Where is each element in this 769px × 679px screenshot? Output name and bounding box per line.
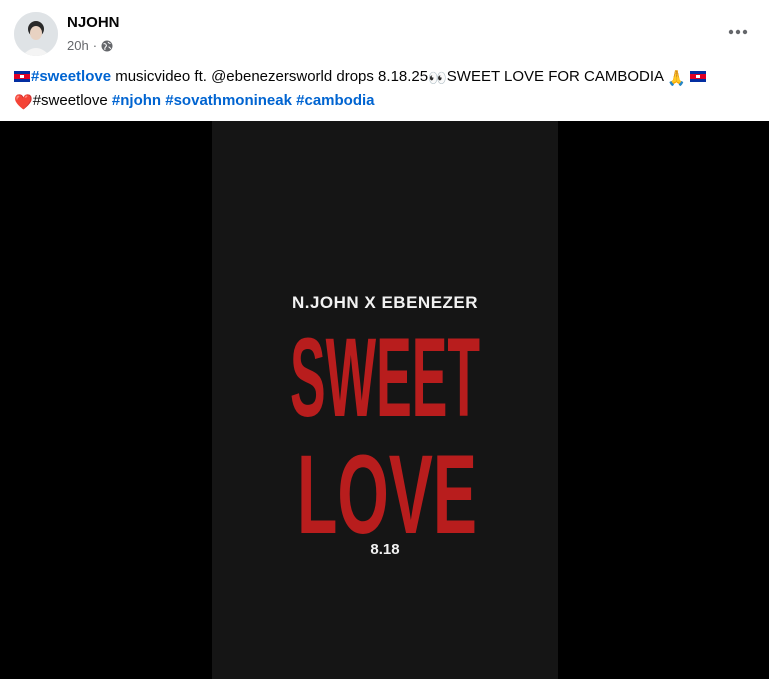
globe-icon[interactable] xyxy=(101,40,113,52)
caption-plain-hashtag: #sweetlove xyxy=(32,92,112,109)
poster-title-line2: LOVE xyxy=(297,432,477,541)
facebook-post: NJOHN 20h · #sweetlove musicvideo ft. @e… xyxy=(0,0,769,679)
meta-separator: · xyxy=(92,38,98,53)
hashtag-sweetlove-link[interactable]: #sweetlove xyxy=(31,68,111,85)
hashtag-cambodia-link[interactable]: #cambodia xyxy=(296,92,374,109)
post-meta: 20h · xyxy=(67,38,113,53)
poster-date: 8.18 xyxy=(370,541,400,558)
eyes-emoji-icon: 👀 xyxy=(428,70,447,87)
poster-credit: N.JOHN X EBENEZER xyxy=(291,293,479,312)
cambodia-flag-icon xyxy=(690,71,707,82)
post-header: NJOHN 20h · xyxy=(0,0,769,62)
avatar[interactable] xyxy=(14,12,58,56)
caption-text: musicvideo ft. @ebenezersworld drops 8.1… xyxy=(111,68,429,85)
caption-text-2: SWEET LOVE FOR CAMBODIA xyxy=(446,68,668,85)
video-player[interactable]: N.JOHN X EBENEZER SWEET LOVE 8.18 xyxy=(0,121,769,679)
more-options-button[interactable] xyxy=(722,20,754,44)
video-poster: N.JOHN X EBENEZER SWEET LOVE 8.18 xyxy=(212,121,558,679)
praying-hands-emoji-icon: 🙏 xyxy=(667,70,687,87)
more-options-icon xyxy=(728,29,748,35)
post-caption: #sweetlove musicvideo ft. @ebenezersworl… xyxy=(14,66,759,114)
avatar-photo xyxy=(14,12,58,56)
author-name[interactable]: NJOHN xyxy=(67,14,120,31)
cambodia-flag-icon xyxy=(14,71,30,82)
poster-title: SWEET LOVE xyxy=(290,315,480,541)
hashtag-njohn-link[interactable]: #njohn xyxy=(112,92,161,109)
poster-title-line1: SWEET xyxy=(290,315,480,440)
heart-emoji-icon: ❤️ xyxy=(14,94,33,111)
post-timestamp[interactable]: 20h xyxy=(67,38,89,53)
hashtag-sovathmonineak-link[interactable]: #sovathmonineak xyxy=(165,92,292,109)
